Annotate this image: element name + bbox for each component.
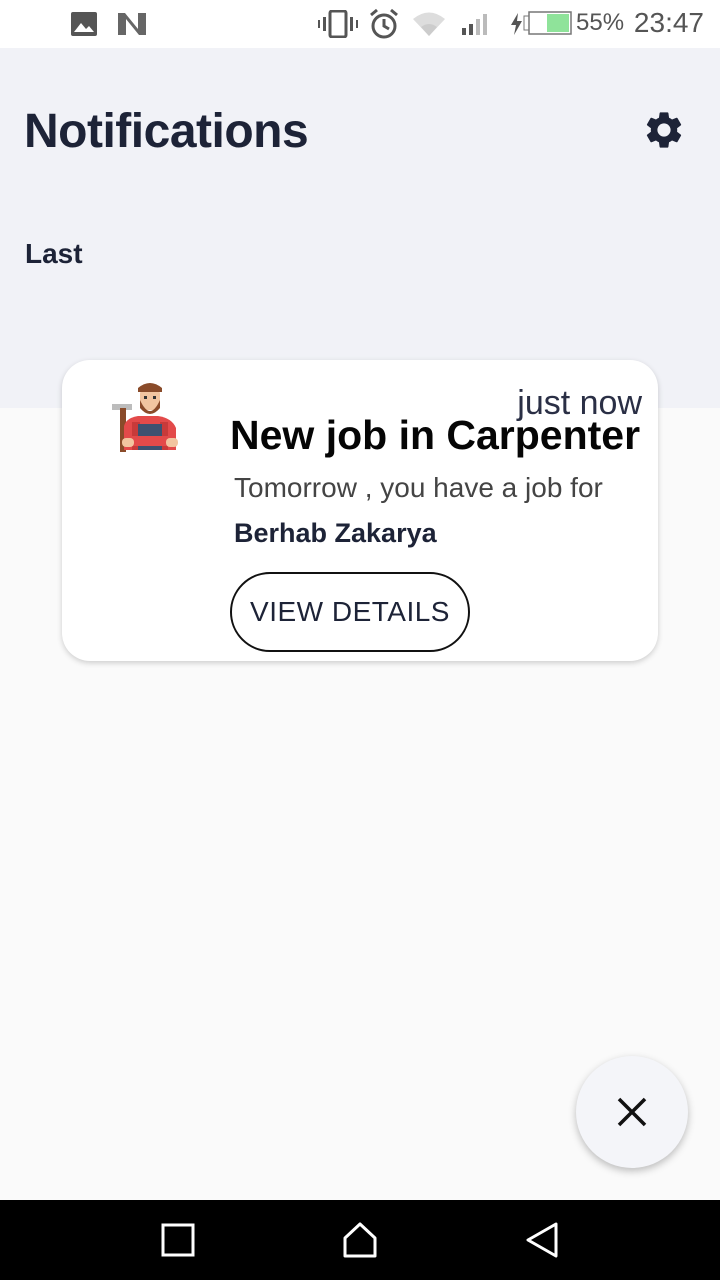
clock: 23:47: [633, 7, 704, 38]
notification-card[interactable]: just now New job in Carpenter Tomorrow ,…: [62, 360, 658, 661]
section-label-last: Last: [25, 238, 83, 269]
settings-button[interactable]: [636, 102, 692, 158]
view-details-button[interactable]: VIEW DETAILS: [230, 572, 470, 652]
battery-percent: 55%: [576, 9, 625, 36]
alarm-icon: [370, 8, 398, 39]
home-icon[interactable]: [340, 1220, 380, 1260]
close-icon: [617, 1097, 647, 1127]
carpenter-avatar-icon: [112, 383, 178, 452]
notification-subtitle: Tomorrow , you have a job for: [234, 472, 603, 503]
close-fab-button[interactable]: [576, 1056, 688, 1168]
vibrate-icon: [318, 10, 358, 38]
signal-icon: [462, 14, 487, 35]
image-icon: [71, 12, 97, 36]
back-icon[interactable]: [522, 1220, 562, 1260]
page-title: Notifications: [24, 105, 309, 158]
gear-icon: [646, 112, 682, 148]
notification-title: New job in Carpenter: [230, 412, 641, 458]
notification-client-name: Berhab Zakarya: [234, 518, 437, 548]
header: Notifications Last: [0, 48, 720, 408]
status-bar: 55% 23:47: [0, 0, 720, 48]
navigation-bar: [0, 1200, 720, 1280]
wifi-icon: [413, 12, 445, 36]
n-app-icon: [118, 13, 146, 35]
battery-charging-icon: [511, 11, 572, 35]
recents-icon[interactable]: [158, 1220, 198, 1260]
